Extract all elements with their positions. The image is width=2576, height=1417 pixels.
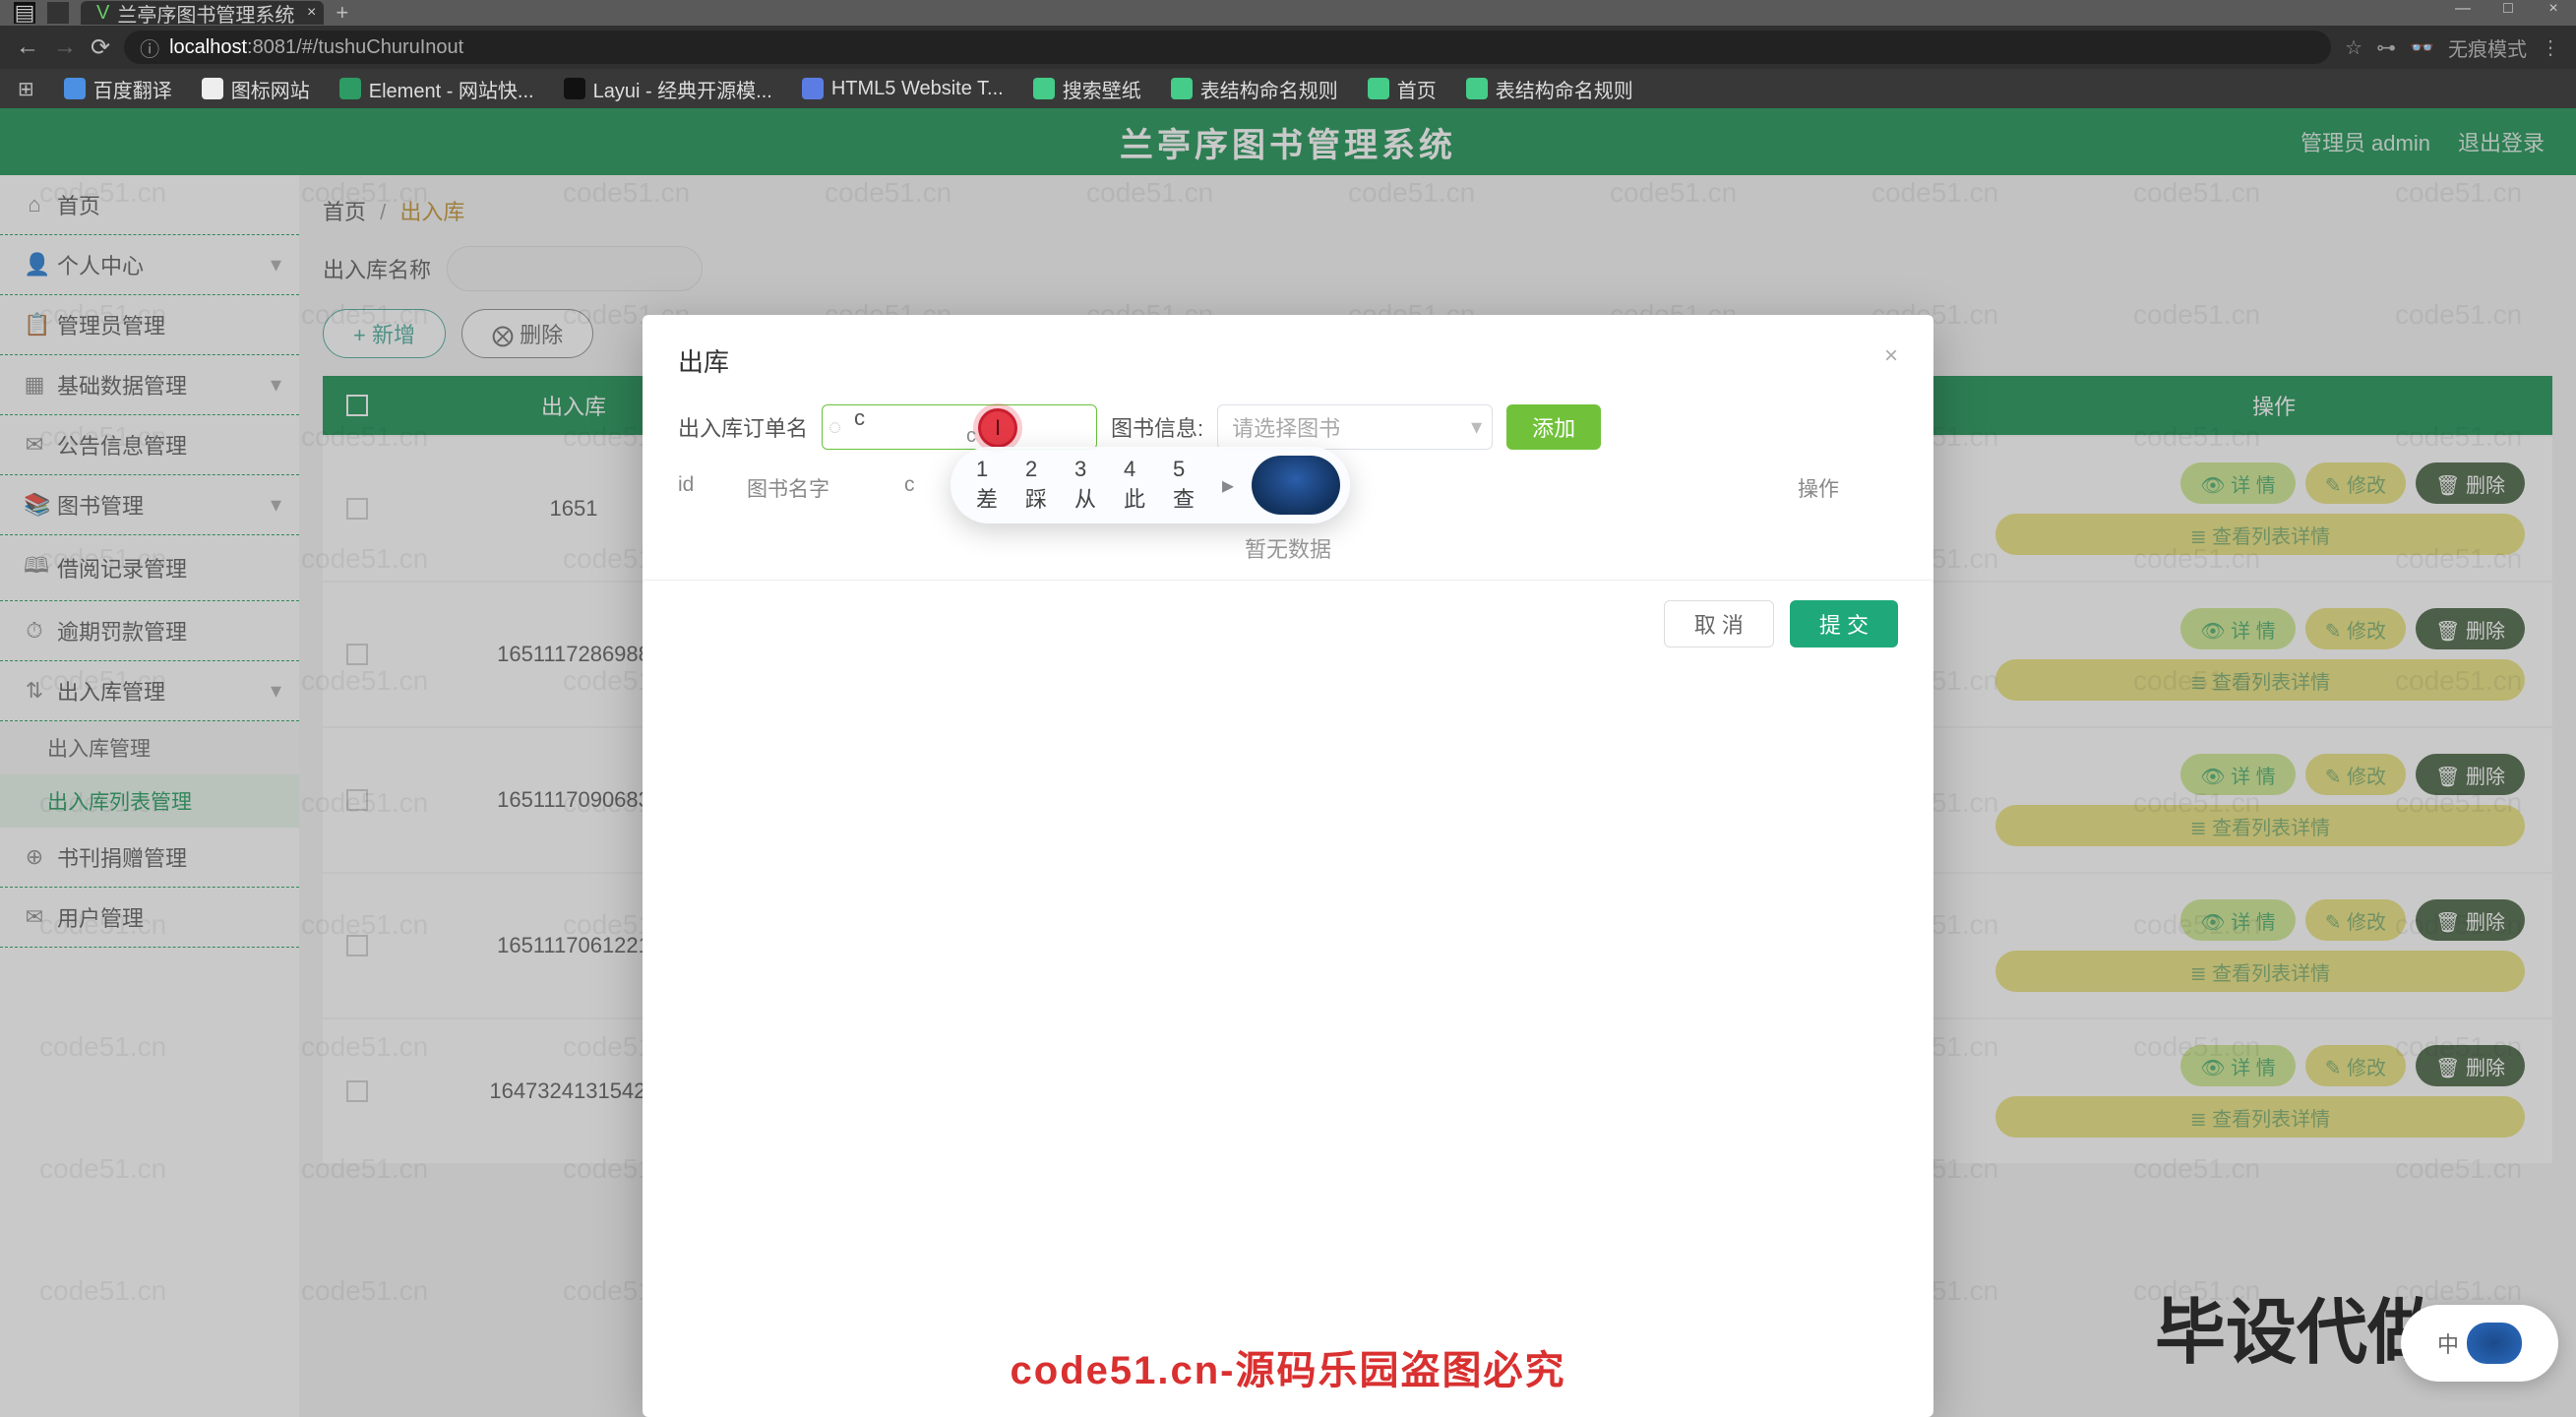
bookmark-icon <box>1368 78 1389 99</box>
bookmark-item[interactable]: 搜索壁纸 <box>1033 75 1141 103</box>
click-indicator-icon: I <box>978 408 1017 448</box>
apps-icon[interactable]: ⊞ <box>18 77 34 101</box>
forward-button[interactable]: → <box>53 33 77 61</box>
ime-raw: c <box>966 425 976 448</box>
maximize-button[interactable]: □ <box>2485 0 2531 26</box>
reload-button[interactable]: ⟳ <box>91 33 110 62</box>
bookmark-item[interactable]: 表结构命名规则 <box>1171 75 1338 103</box>
tab-title: 兰亭序图书管理系统 <box>117 0 294 28</box>
chevron-down-icon: ▾ <box>1471 414 1482 440</box>
bookmark-item[interactable]: Element - 网站快... <box>339 75 534 103</box>
close-window-button[interactable]: × <box>2531 0 2576 26</box>
bookmark-icon <box>1466 78 1488 99</box>
ime-next-icon[interactable]: ▸ <box>1222 471 1234 500</box>
url-path: /#/tushuChuruInout <box>296 36 463 59</box>
book-select-placeholder: 请选择图书 <box>1232 411 1340 443</box>
text-cursor-icon: I <box>995 415 1001 441</box>
system-menu-icon[interactable]: ▤ <box>14 2 35 24</box>
ime-candidate[interactable]: 2 踩 <box>1025 457 1047 514</box>
dialog-close-icon[interactable]: × <box>1884 342 1898 379</box>
bookmark-icon <box>564 78 585 99</box>
dialog-add-button[interactable]: 添加 <box>1506 404 1601 450</box>
minimize-button[interactable]: — <box>2440 0 2485 26</box>
app-icon <box>47 2 69 24</box>
info-icon: ⓘ <box>140 33 159 62</box>
ime-candidate[interactable]: 4 此 <box>1124 457 1145 514</box>
bookmark-icon <box>64 78 86 99</box>
order-name-label: 出入库订单名 <box>678 411 808 443</box>
bookmark-icon <box>1171 78 1193 99</box>
bookmark-icon <box>339 78 361 99</box>
new-tab-button[interactable]: + <box>336 0 348 26</box>
order-name-input[interactable]: ◌ c I c 1 差 2 踩 3 从 4 此 5 查 ▸ <box>822 404 1097 450</box>
bookmark-item[interactable]: 表结构命名规则 <box>1466 75 1633 103</box>
book-info-label: 图书信息: <box>1111 411 1203 443</box>
ime-floating-badge[interactable]: 中 <box>2401 1305 2558 1382</box>
ime-logo-icon <box>2467 1323 2522 1364</box>
incognito-icon: 👓 <box>2410 35 2434 60</box>
outbound-dialog: 出库 × 出入库订单名 ◌ c I c 1 差 2 踩 3 从 <box>643 315 1933 1417</box>
incognito-label: 无痕模式 <box>2448 33 2527 62</box>
ime-lang-label: 中 <box>2437 1327 2459 1359</box>
submit-button[interactable]: 提 交 <box>1790 600 1898 647</box>
menu-icon[interactable]: ⋮ <box>2541 35 2560 60</box>
vue-icon: V <box>96 2 109 25</box>
key-icon[interactable]: ⊶ <box>2376 35 2396 60</box>
bookmark-item[interactable]: 图标网站 <box>202 75 310 103</box>
bookmark-icon <box>202 78 223 99</box>
subcol-id: id <box>678 473 747 503</box>
subcol-op: 操作 <box>1455 473 1898 503</box>
spinner-icon: ◌ <box>828 414 841 440</box>
ime-candidate[interactable]: 5 查 <box>1173 457 1195 514</box>
bookmark-icon <box>802 78 824 99</box>
bookmark-item[interactable]: HTML5 Website T... <box>802 78 1004 100</box>
dialog-mask: 出库 × 出入库订单名 ◌ c I c 1 差 2 踩 3 从 <box>0 108 2576 1417</box>
subcol-name: 图书名字 <box>747 473 904 503</box>
back-button[interactable]: ← <box>16 33 39 61</box>
cancel-button[interactable]: 取 消 <box>1664 600 1774 647</box>
tab-close-icon[interactable]: × <box>307 4 316 22</box>
titlebar: ▤ V 兰亭序图书管理系统 × + — □ × <box>0 0 2576 26</box>
bookmarks-bar: ⊞ 百度翻译 图标网站 Element - 网站快... Layui - 经典开… <box>0 69 2576 108</box>
window-controls: — □ × <box>2440 0 2576 26</box>
app-root: 兰亭序图书管理系统 管理员 admin 退出登录 ⌂首页 👤个人中心▾ 📋管理员… <box>0 108 2576 1417</box>
address-bar: ← → ⟳ ⓘ localhost:8081/#/tushuChuruInout… <box>0 26 2576 69</box>
book-select[interactable]: 请选择图书 ▾ <box>1217 404 1493 450</box>
url-host: localhost <box>169 36 247 59</box>
ime-candidate[interactable]: 1 差 <box>976 457 998 514</box>
bookmark-item[interactable]: 首页 <box>1368 75 1437 103</box>
ime-logo-icon <box>1252 456 1340 515</box>
ime-candidate-popup[interactable]: c 1 差 2 踩 3 从 4 此 5 查 ▸ <box>951 447 1350 524</box>
watermark-text: code51.cn-源码乐园盗图必究 <box>1011 1338 1566 1395</box>
dialog-title: 出库 <box>678 342 729 379</box>
url-input[interactable]: ⓘ localhost:8081/#/tushuChuruInout <box>124 31 2331 64</box>
ime-candidate[interactable]: 3 从 <box>1074 457 1096 514</box>
bookmark-item[interactable]: 百度翻译 <box>64 75 172 103</box>
bookmark-icon <box>1033 78 1055 99</box>
order-name-value: c <box>854 405 865 431</box>
star-icon[interactable]: ☆ <box>2345 35 2362 60</box>
browser-tab[interactable]: V 兰亭序图书管理系统 × <box>81 1 324 25</box>
bookmark-item[interactable]: Layui - 经典开源模... <box>564 75 772 103</box>
